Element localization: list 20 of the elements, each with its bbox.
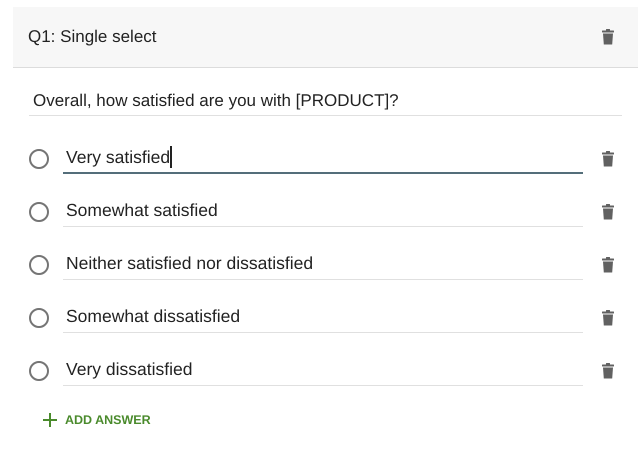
question-field[interactable]: Overall, how satisfied are you with [PRODUCT]? [29,90,622,116]
radio-button[interactable] [29,360,49,380]
answer-field[interactable]: Somewhat satisfied [63,196,583,226]
answer-field[interactable]: Very satisfied [63,144,583,174]
add-answer-button[interactable]: ADD ANSWER [43,411,151,430]
answer-field[interactable]: Neither satisfied nor dissatisfied [63,250,583,280]
delete-icon[interactable] [602,256,614,272]
question-title: Q1: Single select [28,26,157,48]
radio-button[interactable] [29,308,49,328]
delete-icon[interactable] [602,204,614,220]
delete-icon[interactable] [602,310,614,326]
delete-icon[interactable] [602,362,614,378]
delete-icon[interactable] [602,29,614,45]
delete-icon[interactable] [602,150,614,166]
radio-button[interactable] [29,148,49,168]
answer-field[interactable]: Very dissatisfied [63,356,583,386]
answer-field[interactable]: Somewhat dissatisfied [63,302,583,332]
radio-button[interactable] [29,202,49,222]
radio-button[interactable] [29,254,49,274]
plus-icon [43,413,57,428]
